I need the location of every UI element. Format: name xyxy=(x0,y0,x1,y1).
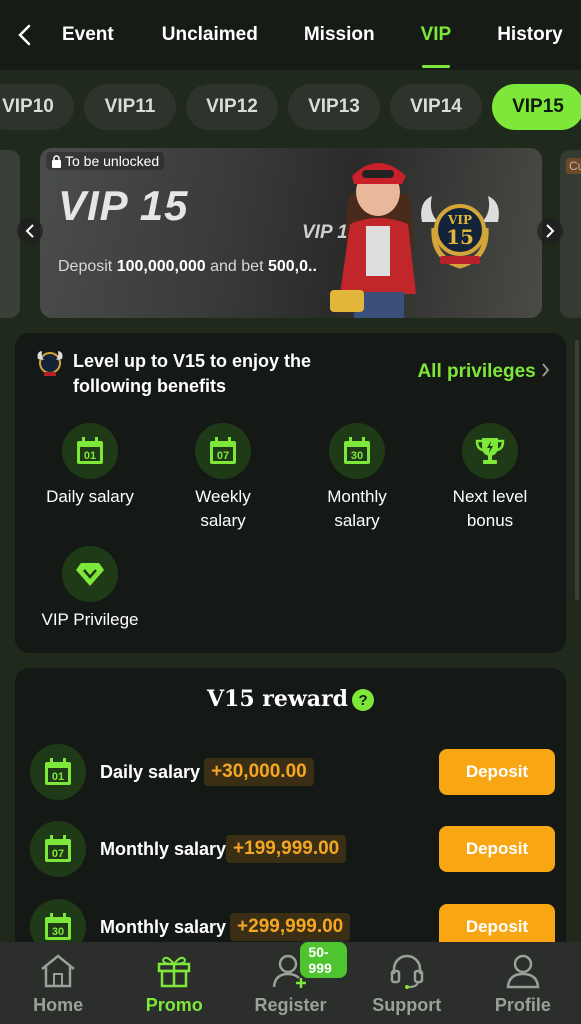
benefits-card: Level up to V15 to enjoy the following b… xyxy=(15,333,566,653)
nav-promo[interactable]: Promo xyxy=(116,942,232,1024)
benefit-label: Weekly salary xyxy=(195,487,251,530)
vip-chip-14[interactable]: VIP14 xyxy=(390,84,482,130)
nav-support[interactable]: Support xyxy=(349,942,465,1024)
vip-chip-15[interactable]: VIP15 xyxy=(492,84,581,130)
vip-chip-11[interactable]: VIP11 xyxy=(84,84,176,130)
headset-icon xyxy=(390,954,423,989)
all-privileges-link[interactable]: All privileges xyxy=(417,361,550,383)
nav-label: Profile xyxy=(494,995,551,1015)
reward-card: V15 reward? 01 Daily salary +30,000.00 D… xyxy=(15,668,566,968)
benefit-label: Next level bonus xyxy=(452,487,528,530)
lock-text: To be unlocked xyxy=(65,153,160,169)
tab-mission[interactable]: Mission xyxy=(304,0,375,70)
reward-amount: +299,999.00 xyxy=(230,913,351,941)
all-privileges-label: All privileges xyxy=(417,361,536,382)
vip-chip-12[interactable]: VIP12 xyxy=(186,84,278,130)
vip-chip-13[interactable]: VIP13 xyxy=(288,84,380,130)
banner-prev-button[interactable] xyxy=(17,218,43,244)
calendar-day-text: 30 xyxy=(52,926,64,938)
desc-mid: and bet xyxy=(205,258,268,275)
tab-vip[interactable]: VIP xyxy=(421,0,452,70)
trophy-icon xyxy=(462,423,518,479)
tab-history[interactable]: History xyxy=(497,0,562,70)
reward-label: Daily salary xyxy=(100,761,201,782)
lock-icon xyxy=(52,154,61,168)
chevron-right-icon xyxy=(542,363,550,377)
reward-row: 01 Daily salary +30,000.00 Deposit xyxy=(30,744,555,800)
calendar-day-text: 01 xyxy=(84,450,96,462)
vip-badge-icon: VIP 15 xyxy=(421,196,499,269)
nav-register[interactable]: 50-999 Register xyxy=(232,940,349,1024)
profile-icon xyxy=(506,954,540,989)
benefits-header: Level up to V15 to enjoy the following b… xyxy=(35,349,363,399)
banner-title: VIP 15 xyxy=(58,182,189,229)
nav-profile[interactable]: Profile xyxy=(465,942,581,1024)
vip-banner[interactable]: To be unlocked VIP 15 VIP 15 Deposit 100… xyxy=(40,148,542,318)
benefit-label: Monthly salary xyxy=(327,487,387,530)
benefit-label: VIP Privilege xyxy=(41,610,139,629)
banner-next-button[interactable] xyxy=(537,218,563,244)
calendar-day-text: 07 xyxy=(217,450,229,462)
next-banner-peek: Cu xyxy=(560,150,581,318)
bottom-nav: Home Promo 50-999 Register Support Profi… xyxy=(0,940,581,1024)
nav-label: Register xyxy=(254,995,327,1015)
nav-label: Support xyxy=(372,995,442,1015)
calendar-icon: 30 xyxy=(329,423,385,479)
reward-title-text: V15 reward xyxy=(206,686,349,712)
deposit-button[interactable]: Deposit xyxy=(439,749,555,795)
nav-home[interactable]: Home xyxy=(0,942,116,1024)
tab-unclaimed[interactable]: Unclaimed xyxy=(162,0,258,70)
benefit-label: Daily salary xyxy=(46,487,134,506)
register-badge: 50-999 xyxy=(298,940,349,980)
vip-badge-small-icon xyxy=(37,351,63,376)
diamond-icon xyxy=(62,546,118,602)
nav-label: Home xyxy=(33,995,84,1015)
calendar-day-text: 07 xyxy=(52,848,64,860)
help-icon[interactable]: ? xyxy=(352,689,375,711)
scrollbar[interactable] xyxy=(575,340,579,600)
desc-prefix: Deposit xyxy=(58,258,117,275)
nav-label: Promo xyxy=(145,995,203,1015)
reward-label: Monthly salary xyxy=(100,838,227,859)
gift-icon xyxy=(158,956,191,988)
calendar-icon: 07 xyxy=(30,821,86,877)
benefit-daily-salary[interactable]: 01 Daily salary xyxy=(25,423,155,509)
vip-chip-10[interactable]: VIP10 xyxy=(0,84,74,130)
desc-deposit-amount: 100,000,000 xyxy=(116,258,206,275)
reward-label: Monthly salary xyxy=(100,916,227,937)
benefits-title: Level up to V15 to enjoy the following b… xyxy=(73,351,312,396)
top-nav: Event Unclaimed Mission VIP History xyxy=(0,0,581,70)
benefit-next-level-bonus[interactable]: Next level bonus xyxy=(425,423,555,533)
calendar-icon: 01 xyxy=(62,423,118,479)
vip-level-selector: VIP10 VIP11 VIP12 VIP13 VIP14 VIP15 xyxy=(0,84,581,130)
back-button[interactable] xyxy=(0,0,48,70)
chevron-right-icon xyxy=(546,224,555,238)
home-icon xyxy=(41,954,75,988)
reward-amount: +199,999.00 xyxy=(226,835,347,863)
chevron-left-icon xyxy=(18,24,31,46)
next-banner-tag: Cu xyxy=(566,158,581,174)
chevron-left-icon xyxy=(25,224,34,238)
reward-title: V15 reward? xyxy=(15,686,566,712)
calendar-day-text: 01 xyxy=(52,771,64,783)
badge-level: 15 xyxy=(446,225,474,249)
benefit-monthly-salary[interactable]: 30 Monthly salary xyxy=(292,423,422,533)
benefit-weekly-salary[interactable]: 07 Weekly salary xyxy=(158,423,288,533)
lock-tag: To be unlocked xyxy=(46,152,165,170)
reward-amount: +30,000.00 xyxy=(204,758,314,786)
calendar-icon: 01 xyxy=(30,744,86,800)
tab-event[interactable]: Event xyxy=(62,0,114,70)
reward-row: 07 Monthly salary +199,999.00 Deposit xyxy=(30,821,555,877)
benefit-vip-privilege[interactable]: VIP Privilege xyxy=(25,546,155,632)
calendar-icon: 07 xyxy=(195,423,251,479)
deposit-button[interactable]: Deposit xyxy=(439,826,555,872)
calendar-day-text: 30 xyxy=(351,450,363,462)
